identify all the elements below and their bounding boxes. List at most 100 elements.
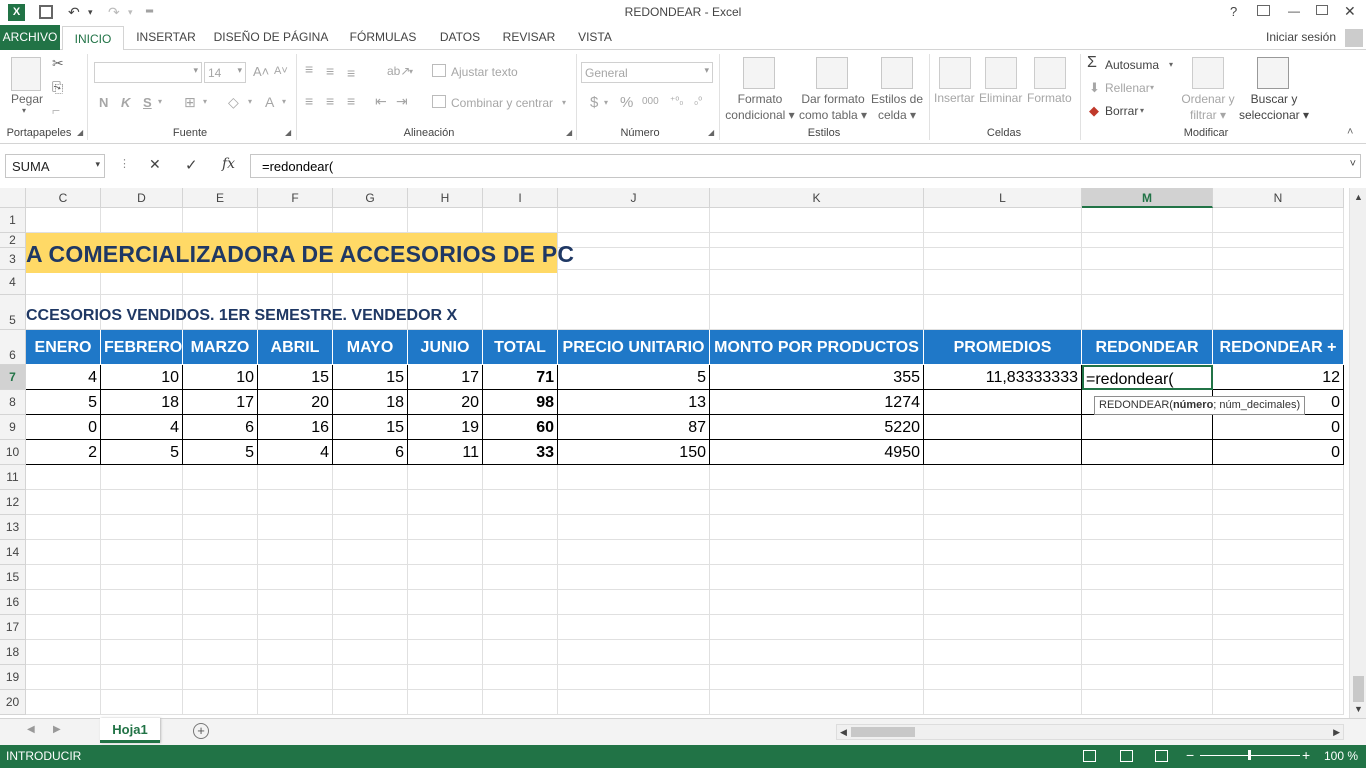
vertical-scroll-thumb[interactable]: [1353, 676, 1364, 702]
table-cell[interactable]: 4950: [710, 440, 924, 465]
currency-dropdown-icon[interactable]: ▾: [604, 98, 608, 107]
function-tooltip[interactable]: REDONDEAR(número; núm_decimales): [1094, 396, 1306, 415]
column-header-j[interactable]: J: [558, 188, 710, 208]
merge-center-icon[interactable]: [432, 95, 446, 108]
fill-button[interactable]: Rellenar: [1105, 81, 1150, 95]
format-as-table-icon[interactable]: [816, 57, 848, 89]
cell[interactable]: [333, 208, 408, 233]
cell[interactable]: [183, 490, 258, 515]
row-header-9[interactable]: 9: [0, 415, 26, 440]
table-cell[interactable]: 5: [183, 440, 258, 465]
cell[interactable]: [710, 465, 924, 490]
cell[interactable]: [1082, 490, 1213, 515]
cell[interactable]: [183, 465, 258, 490]
format-cells-icon[interactable]: [1034, 57, 1066, 89]
table-cell[interactable]: 60: [483, 415, 558, 440]
currency-button[interactable]: $: [590, 94, 598, 111]
cell[interactable]: [1213, 208, 1344, 233]
cell[interactable]: [101, 270, 183, 295]
cell[interactable]: [710, 515, 924, 540]
clear-dropdown-icon[interactable]: ▾: [1140, 106, 1144, 115]
row-header-7[interactable]: 7: [0, 365, 26, 390]
cell[interactable]: [1082, 270, 1213, 295]
cell[interactable]: [101, 490, 183, 515]
table-cell[interactable]: 98: [483, 390, 558, 415]
cell[interactable]: [26, 208, 101, 233]
paste-button[interactable]: Pegar: [11, 92, 43, 106]
collapse-ribbon-icon[interactable]: ˄: [1347, 126, 1353, 138]
cell[interactable]: [1213, 640, 1344, 665]
percent-button[interactable]: %: [620, 94, 633, 111]
cell[interactable]: [408, 515, 483, 540]
cell[interactable]: [483, 665, 558, 690]
cell[interactable]: [101, 540, 183, 565]
align-right-icon[interactable]: ≡: [347, 93, 355, 109]
table-cell[interactable]: 17: [408, 365, 483, 390]
cell[interactable]: [558, 465, 710, 490]
increase-indent-icon[interactable]: ⇥: [396, 93, 408, 110]
merge-center-button[interactable]: Combinar y centrar: [451, 96, 553, 110]
numero-launcher-icon[interactable]: ◢: [708, 128, 714, 137]
scroll-left-icon[interactable]: ◀: [840, 727, 847, 738]
table-cell[interactable]: 4: [258, 440, 333, 465]
format-as-table-button[interactable]: Dar formato como tabla ▾: [797, 91, 869, 123]
cell[interactable]: [924, 233, 1082, 248]
cell[interactable]: [333, 465, 408, 490]
cell[interactable]: [558, 615, 710, 640]
font-name-select[interactable]: ▾: [94, 62, 202, 83]
cell[interactable]: [333, 270, 408, 295]
cell[interactable]: [26, 490, 101, 515]
cell[interactable]: [710, 490, 924, 515]
cell[interactable]: [258, 515, 333, 540]
cell[interactable]: [408, 690, 483, 715]
column-header-d[interactable]: D: [101, 188, 183, 208]
scroll-up-icon[interactable]: ▲: [1354, 192, 1363, 202]
sheet-tab-hoja1[interactable]: Hoja1: [100, 718, 160, 743]
table-cell[interactable]: 150: [558, 440, 710, 465]
number-format-select[interactable]: General ▾: [581, 62, 713, 83]
row-header-19[interactable]: 19: [0, 665, 26, 690]
cell[interactable]: [26, 665, 101, 690]
table-cell[interactable]: 6: [333, 440, 408, 465]
cell[interactable]: [1082, 640, 1213, 665]
font-color-button[interactable]: A: [265, 94, 274, 110]
tab-formulas[interactable]: FÓRMULAS: [344, 25, 422, 50]
cell[interactable]: [258, 665, 333, 690]
cell[interactable]: [483, 270, 558, 295]
horizontal-scroll-thumb[interactable]: [851, 727, 915, 737]
cell-styles-icon[interactable]: [881, 57, 913, 89]
cell[interactable]: [483, 490, 558, 515]
clear-icon[interactable]: ◆: [1089, 103, 1099, 119]
cell[interactable]: [558, 208, 710, 233]
cell[interactable]: [1082, 233, 1213, 248]
cell[interactable]: [1082, 515, 1213, 540]
cell[interactable]: [710, 248, 924, 270]
column-header-i[interactable]: I: [483, 188, 558, 208]
cell-styles-button[interactable]: Estilos de celda ▾: [868, 91, 926, 123]
delete-cells-button[interactable]: Eliminar: [979, 91, 1022, 105]
table-cell[interactable]: 10: [101, 365, 183, 390]
cell[interactable]: [26, 565, 101, 590]
autosum-icon[interactable]: Σ: [1087, 54, 1097, 72]
cell[interactable]: [333, 490, 408, 515]
cell[interactable]: [408, 465, 483, 490]
cell[interactable]: [483, 295, 558, 330]
cell[interactable]: [408, 590, 483, 615]
column-header-f[interactable]: F: [258, 188, 333, 208]
cell[interactable]: [558, 270, 710, 295]
cell[interactable]: [558, 248, 710, 270]
table-cell[interactable]: 16: [258, 415, 333, 440]
cell[interactable]: [924, 590, 1082, 615]
table-header-cell[interactable]: ABRIL: [258, 330, 333, 365]
sheet-nav-prev-icon[interactable]: ◀: [27, 724, 35, 735]
signin-link[interactable]: Iniciar sesión: [1260, 25, 1342, 50]
row-header-5[interactable]: 5: [0, 295, 26, 330]
ribbon-display-icon[interactable]: [1257, 5, 1270, 16]
row-header-4[interactable]: 4: [0, 270, 26, 295]
scroll-down-icon[interactable]: ▼: [1354, 704, 1363, 714]
find-select-button[interactable]: Buscar y seleccionar ▾: [1238, 91, 1310, 123]
name-box[interactable]: SUMA ▾: [5, 154, 105, 178]
row-header-18[interactable]: 18: [0, 640, 26, 665]
wrap-text-icon[interactable]: [432, 64, 446, 77]
new-sheet-icon[interactable]: +: [193, 723, 209, 739]
